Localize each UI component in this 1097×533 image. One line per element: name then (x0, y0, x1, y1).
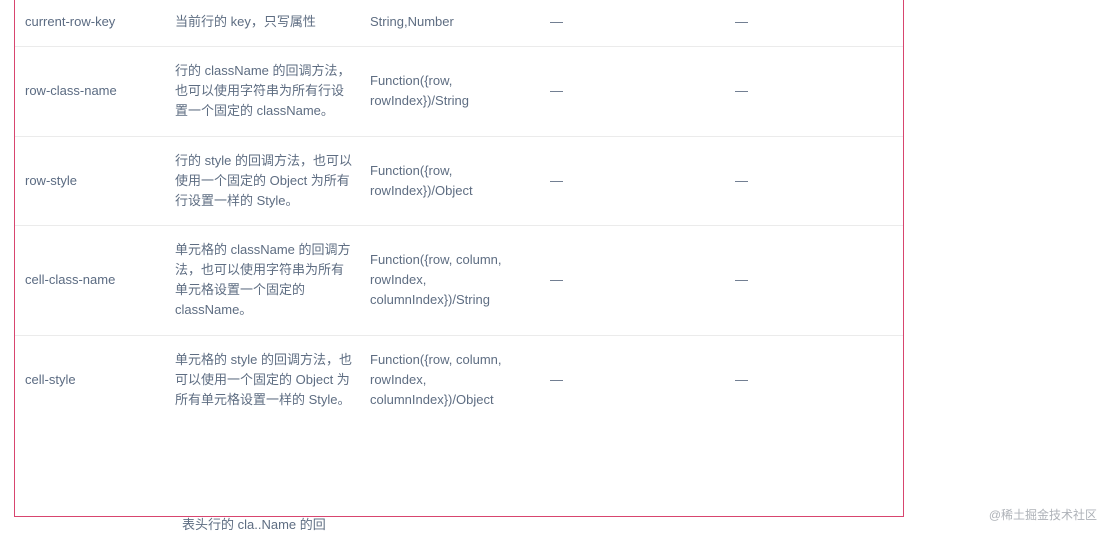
attr-default: — (725, 335, 903, 424)
table-row: cell-class-name 单元格的 className 的回调方法，也可以… (15, 225, 903, 335)
attr-opts: — (540, 47, 725, 136)
attr-name: current-row-key (15, 0, 165, 47)
doc-table-frame: current-row-key 当前行的 key，只写属性 String,Num… (14, 0, 904, 517)
attr-opts: — (540, 225, 725, 335)
attr-opts: — (540, 136, 725, 225)
attr-opts: — (540, 0, 725, 47)
api-attributes-table: current-row-key 当前行的 key，只写属性 String,Num… (15, 0, 903, 424)
cutoff-next-row: 表头行的 cla..Name 的回 (182, 514, 326, 533)
attr-opts: — (540, 335, 725, 424)
attr-name: row-style (15, 136, 165, 225)
attr-default: — (725, 47, 903, 136)
watermark-text: @稀土掘金技术社区 (989, 506, 1097, 523)
table-row: row-style 行的 style 的回调方法，也可以使用一个固定的 Obje… (15, 136, 903, 225)
attr-default: — (725, 225, 903, 335)
attr-default: — (725, 0, 903, 47)
attr-name: row-class-name (15, 47, 165, 136)
attr-desc: 行的 className 的回调方法，也可以使用字符串为所有行设置一个固定的 c… (165, 47, 360, 136)
table-row: row-class-name 行的 className 的回调方法，也可以使用字… (15, 47, 903, 136)
attr-name: cell-style (15, 335, 165, 424)
attr-desc: 单元格的 className 的回调方法，也可以使用字符串为所有单元格设置一个固… (165, 225, 360, 335)
table-row: cell-style 单元格的 style 的回调方法，也可以使用一个固定的 O… (15, 335, 903, 424)
attr-name: cell-class-name (15, 225, 165, 335)
attr-type: String,Number (360, 0, 540, 47)
attr-type: Function({row, column, rowIndex, columnI… (360, 335, 540, 424)
attr-desc: 单元格的 style 的回调方法，也可以使用一个固定的 Object 为所有单元… (165, 335, 360, 424)
attr-desc: 当前行的 key，只写属性 (165, 0, 360, 47)
table-row: current-row-key 当前行的 key，只写属性 String,Num… (15, 0, 903, 47)
attr-desc: 行的 style 的回调方法，也可以使用一个固定的 Object 为所有行设置一… (165, 136, 360, 225)
attr-type: Function({row, rowIndex})/Object (360, 136, 540, 225)
attr-type: Function({row, column, rowIndex, columnI… (360, 225, 540, 335)
attr-default: — (725, 136, 903, 225)
attr-type: Function({row, rowIndex})/String (360, 47, 540, 136)
